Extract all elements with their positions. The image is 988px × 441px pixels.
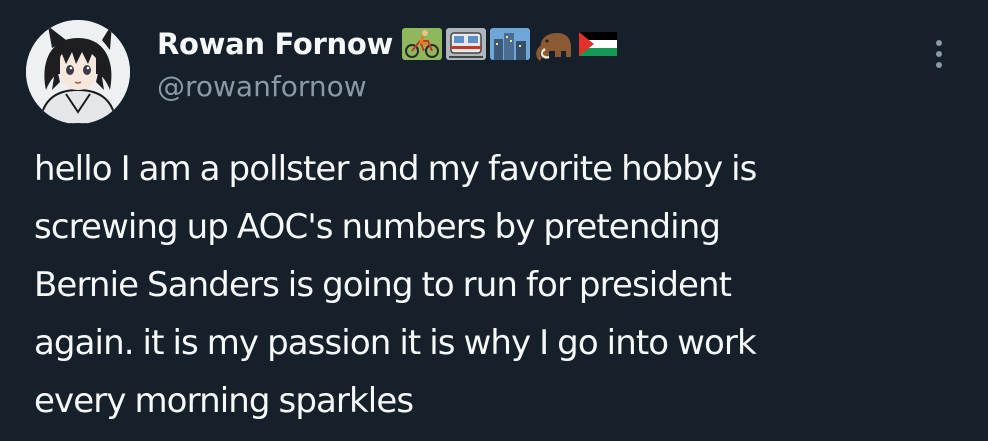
- tweet-text: hello I am a pollster and my favorite ho…: [34, 140, 974, 430]
- more-dot: [936, 62, 942, 68]
- more-dot: [936, 51, 942, 57]
- tweet-line: Bernie Sanders is going to run for presi…: [34, 265, 732, 305]
- avatar[interactable]: [26, 20, 130, 124]
- author-name-row: Rowan Fornow: [157, 24, 619, 64]
- tweet-line: every morning sparkles: [34, 381, 414, 421]
- name-emoji-row: [401, 27, 619, 61]
- display-name[interactable]: Rowan Fornow: [157, 27, 393, 61]
- more-options-icon[interactable]: [924, 36, 954, 72]
- tweet-card: Rowan Fornow @rowanfornow hello I am a p…: [0, 0, 988, 441]
- cityscape-icon: [489, 28, 530, 60]
- tweet-line: hello I am a pollster and my favorite ho…: [34, 149, 757, 189]
- avatar-image: [26, 20, 130, 124]
- more-dot: [936, 40, 942, 46]
- tweet-line: again. it is my passion it is why I go i…: [34, 323, 757, 363]
- tweet-line: screwing up AOC's numbers by pretending: [34, 207, 721, 247]
- tram-icon: [445, 28, 486, 60]
- mammoth-icon: [536, 33, 571, 61]
- author-handle[interactable]: @rowanfornow: [157, 70, 367, 103]
- palestine-flag-icon: [578, 32, 617, 56]
- cyclist-icon: [401, 28, 442, 60]
